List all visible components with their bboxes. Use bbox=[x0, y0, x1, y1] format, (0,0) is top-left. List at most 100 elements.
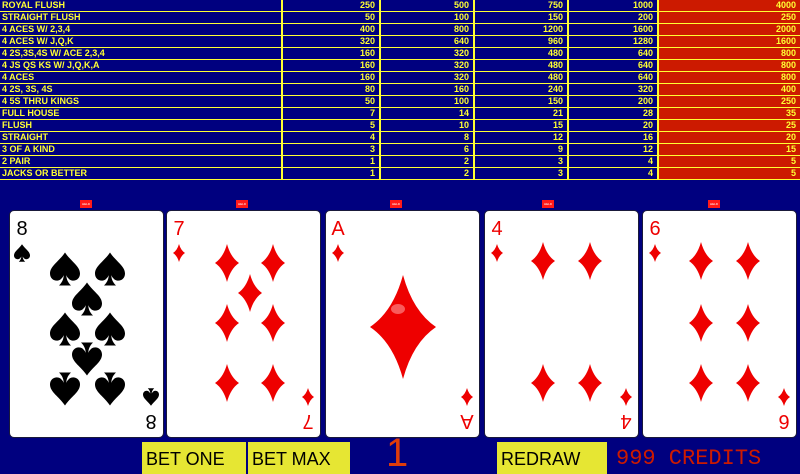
payout-value: 3 bbox=[474, 155, 569, 168]
redraw-button[interactable]: REDRAW bbox=[497, 442, 607, 474]
card-rank: 4 bbox=[620, 410, 631, 432]
diamond-pip bbox=[649, 244, 661, 262]
card-3[interactable]: AA bbox=[325, 210, 480, 438]
payout-value: 4 bbox=[568, 155, 659, 168]
bet-one-button[interactable]: BET ONE bbox=[142, 442, 246, 474]
spade-pip bbox=[95, 252, 125, 286]
payout-value: 320 bbox=[380, 71, 475, 84]
payout-value: 160 bbox=[282, 47, 381, 60]
card-1[interactable]: 88 bbox=[9, 210, 164, 438]
card-4-face: 44 bbox=[491, 218, 632, 432]
card-4[interactable]: 44 bbox=[484, 210, 639, 438]
hand-name: ROYAL FLUSH bbox=[0, 0, 283, 12]
diamond-pip bbox=[689, 242, 713, 280]
diamond-pip bbox=[261, 364, 285, 402]
payout-value: 35 bbox=[658, 107, 800, 120]
paytable-row: 4 2S,3S,4S W/ ACE 2,3,4 160 320 480 640 800 bbox=[0, 47, 800, 60]
payout-value: 640 bbox=[568, 47, 659, 60]
card-3-face: AA bbox=[331, 218, 474, 432]
hand-name: FULL HOUSE bbox=[0, 107, 283, 120]
spade-pip bbox=[14, 244, 30, 262]
diamond-pip bbox=[261, 244, 285, 282]
hand-name: 4 JS QS KS W/ J,Q,K,A bbox=[0, 59, 283, 72]
diamond-pip bbox=[736, 304, 760, 342]
spade-pip bbox=[143, 388, 159, 406]
payout-value: 100 bbox=[380, 95, 475, 108]
payout-value: 1 bbox=[282, 155, 381, 168]
card-rank: 4 bbox=[491, 218, 502, 240]
diamond-pip bbox=[578, 242, 602, 280]
paytable-row: 4 5S THRU KINGS 50 100 150 200 250 bbox=[0, 95, 800, 108]
bet-max-button[interactable]: BET MAX bbox=[248, 442, 350, 474]
payout-value: 200 bbox=[568, 11, 659, 24]
diamond-pip bbox=[370, 275, 436, 379]
paytable-row: 4 ACES W/ J,Q,K 320 640 960 1280 1600 bbox=[0, 35, 800, 48]
payout-value: 15 bbox=[474, 119, 569, 132]
hand-name: 4 2S,3S,4S W/ ACE 2,3,4 bbox=[0, 47, 283, 60]
payout-value: 320 bbox=[568, 83, 659, 96]
diamond-pip bbox=[689, 304, 713, 342]
payout-value: 320 bbox=[282, 35, 381, 48]
diamond-pip bbox=[302, 388, 314, 406]
hand-name: 4 ACES bbox=[0, 71, 283, 84]
diamond-pip bbox=[491, 244, 503, 262]
diamond-pip bbox=[531, 242, 555, 280]
payout-value: 8 bbox=[380, 131, 475, 144]
payout-value: 9 bbox=[474, 143, 569, 156]
hand-name: STRAIGHT FLUSH bbox=[0, 11, 283, 24]
card-rank: 7 bbox=[302, 410, 313, 432]
payout-value: 14 bbox=[380, 107, 475, 120]
payout-value: 100 bbox=[380, 11, 475, 24]
card-5-face: 66 bbox=[649, 218, 790, 432]
payout-value: 960 bbox=[474, 35, 569, 48]
card-rank: 6 bbox=[649, 218, 660, 240]
hand-name: 4 ACES W/ J,Q,K bbox=[0, 35, 283, 48]
payout-value: 250 bbox=[658, 95, 800, 108]
spade-pip bbox=[72, 342, 102, 376]
hand-name: 4 5S THRU KINGS bbox=[0, 95, 283, 108]
card-rank: A bbox=[460, 410, 474, 432]
payout-value: 1600 bbox=[658, 35, 800, 48]
payout-value: 800 bbox=[380, 23, 475, 36]
diamond-pip bbox=[778, 388, 790, 406]
payout-value: 150 bbox=[474, 95, 569, 108]
hand-name: FLUSH bbox=[0, 119, 283, 132]
payout-value: 200 bbox=[568, 95, 659, 108]
payout-value: 320 bbox=[380, 59, 475, 72]
diamond-pip bbox=[620, 388, 632, 406]
diamond-pip bbox=[736, 242, 760, 280]
diamond-pip bbox=[332, 244, 344, 262]
payout-value: 480 bbox=[474, 71, 569, 84]
diamond-pip bbox=[736, 364, 760, 402]
payout-value: 800 bbox=[658, 59, 800, 72]
card-2[interactable]: 77 bbox=[166, 210, 321, 438]
card-rank: A bbox=[331, 218, 345, 240]
payout-value: 750 bbox=[474, 0, 569, 12]
held-indicator: HELD bbox=[390, 200, 402, 208]
payout-value: 5 bbox=[658, 167, 800, 181]
pip-highlight bbox=[391, 304, 405, 314]
payout-value: 20 bbox=[658, 131, 800, 144]
payout-value: 7 bbox=[282, 107, 381, 120]
payout-value: 4 bbox=[282, 131, 381, 144]
payout-value: 1000 bbox=[568, 0, 659, 12]
paytable-row: 2 PAIR 1 2 3 4 5 bbox=[0, 155, 800, 168]
paytable-row: STRAIGHT 4 8 12 16 20 bbox=[0, 131, 800, 144]
payout-value: 15 bbox=[658, 143, 800, 156]
payout-value: 20 bbox=[568, 119, 659, 132]
held-indicator: HELD bbox=[80, 200, 92, 208]
payout-value: 480 bbox=[474, 47, 569, 60]
diamond-pip bbox=[531, 364, 555, 402]
diamond-pip bbox=[578, 364, 602, 402]
payout-value: 50 bbox=[282, 95, 381, 108]
payout-value: 5 bbox=[282, 119, 381, 132]
held-indicator: HELD bbox=[708, 200, 720, 208]
payout-value: 6 bbox=[380, 143, 475, 156]
payout-value: 21 bbox=[474, 107, 569, 120]
payout-value: 12 bbox=[568, 143, 659, 156]
payout-value: 1600 bbox=[568, 23, 659, 36]
card-1-face: 88 bbox=[14, 218, 159, 432]
paytable-row: STRAIGHT FLUSH 50 100 150 200 250 bbox=[0, 11, 800, 24]
card-5[interactable]: 66 bbox=[642, 210, 797, 438]
hand-name: 4 2S, 3S, 4S bbox=[0, 83, 283, 96]
